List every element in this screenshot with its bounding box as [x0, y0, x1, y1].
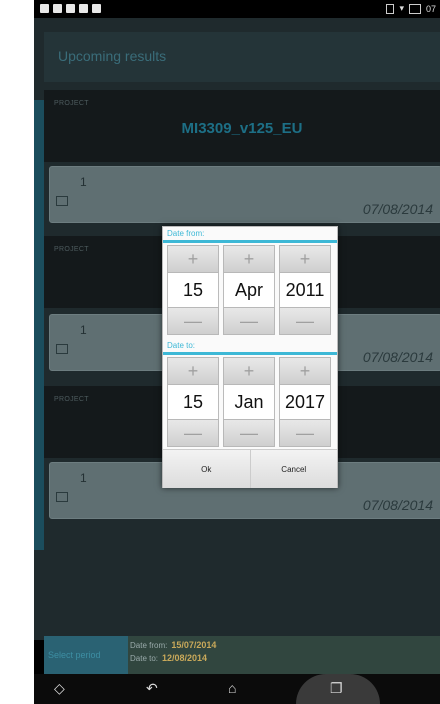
left-accent-bar — [34, 100, 44, 550]
date-from-label: Date from: — [130, 641, 168, 650]
navigation-bar: ◇ ↶ ⌂ ❐ — [34, 674, 440, 704]
period-dates: Date from: 15/07/2014 Date to: 12/08/2014 — [130, 639, 216, 665]
to-day-picker: + 15 — — [167, 357, 219, 447]
status-system: ▾ 07 — [386, 3, 436, 14]
to-year-value[interactable]: 2017 — [279, 385, 331, 419]
from-year-value[interactable]: 2011 — [279, 273, 331, 307]
to-day-value[interactable]: 15 — [167, 385, 219, 419]
date-from-header: Date from: — [167, 229, 205, 238]
vibrate-icon — [386, 3, 395, 14]
result-count: 1 — [80, 471, 87, 485]
to-year-picker: + 2017 — — [279, 357, 331, 447]
increment-button[interactable]: + — [223, 357, 275, 385]
dialog-divider — [163, 352, 337, 355]
result-count: 1 — [80, 323, 87, 337]
item-icon — [56, 196, 68, 206]
result-date: 07/08/2014 — [362, 497, 433, 513]
item-icon — [56, 344, 68, 354]
from-year-picker: + 2011 — — [279, 245, 331, 335]
notification-icon — [40, 4, 49, 13]
date-from-value: 15/07/2014 — [171, 640, 217, 650]
dialog-divider — [163, 240, 337, 243]
title-bar: Upcoming results — [44, 32, 440, 82]
warning-icon — [66, 4, 75, 13]
increment-button[interactable]: + — [223, 245, 275, 273]
project-label: PROJECT — [54, 100, 89, 107]
project-label: PROJECT — [54, 246, 89, 253]
to-month-value[interactable]: Jan — [223, 385, 275, 419]
increment-button[interactable]: + — [279, 357, 331, 385]
from-day-picker: + 15 — — [167, 245, 219, 335]
recents-icon[interactable]: ❐ — [330, 680, 343, 697]
date-to-header: Date to: — [167, 341, 196, 350]
project-name[interactable]: MI3309_v125_EU — [44, 120, 440, 137]
date-to-value: 12/08/2014 — [162, 653, 208, 663]
item-icon — [56, 492, 68, 502]
page-title: Upcoming results — [58, 48, 167, 64]
result-card[interactable]: 1 07/08/2014 — [49, 166, 440, 223]
decrement-button[interactable]: — — [279, 307, 331, 335]
from-month-value[interactable]: Apr — [223, 273, 275, 307]
wifi-icon: ▾ — [399, 3, 404, 13]
to-month-picker: + Jan — — [223, 357, 275, 447]
dialog-buttons: Ok Cancel — [163, 449, 337, 488]
date-range-dialog: Date from: + 15 — + Apr — + 2011 — Date … — [162, 226, 338, 488]
ok-button[interactable]: Ok — [163, 450, 250, 488]
status-time: 07 — [425, 3, 436, 14]
decrement-button[interactable]: — — [223, 307, 275, 335]
decrement-button[interactable]: — — [167, 419, 219, 447]
from-day-value[interactable]: 15 — [167, 273, 219, 307]
back-icon[interactable]: ↶ — [146, 680, 158, 697]
decrement-button[interactable]: — — [167, 307, 219, 335]
decrement-button[interactable]: — — [223, 419, 275, 447]
date-to-label: Date to: — [130, 654, 159, 663]
decrement-button[interactable]: — — [279, 419, 331, 447]
screenshot-icon[interactable]: ◇ — [54, 680, 65, 697]
select-period-button[interactable]: Select period — [44, 636, 128, 674]
increment-button[interactable]: + — [167, 245, 219, 273]
home-icon[interactable]: ⌂ — [228, 680, 236, 696]
notification-icon — [92, 4, 101, 13]
cancel-button[interactable]: Cancel — [249, 450, 337, 488]
increment-button[interactable]: + — [167, 357, 219, 385]
project-label: PROJECT — [54, 396, 89, 403]
result-count: 1 — [80, 175, 87, 189]
increment-button[interactable]: + — [279, 245, 331, 273]
status-bar: ▾ 07 — [34, 0, 440, 18]
from-month-picker: + Apr — — [223, 245, 275, 335]
project-section: PROJECT MI3309_v125_EU — [44, 90, 440, 162]
result-date: 07/08/2014 — [362, 349, 433, 365]
notification-icon — [53, 4, 62, 13]
battery-icon — [408, 3, 421, 14]
result-date: 07/08/2014 — [362, 201, 433, 217]
period-panel: Select period Date from: 15/07/2014 Date … — [44, 636, 440, 674]
status-notifications — [40, 4, 101, 13]
notification-icon — [79, 4, 88, 13]
